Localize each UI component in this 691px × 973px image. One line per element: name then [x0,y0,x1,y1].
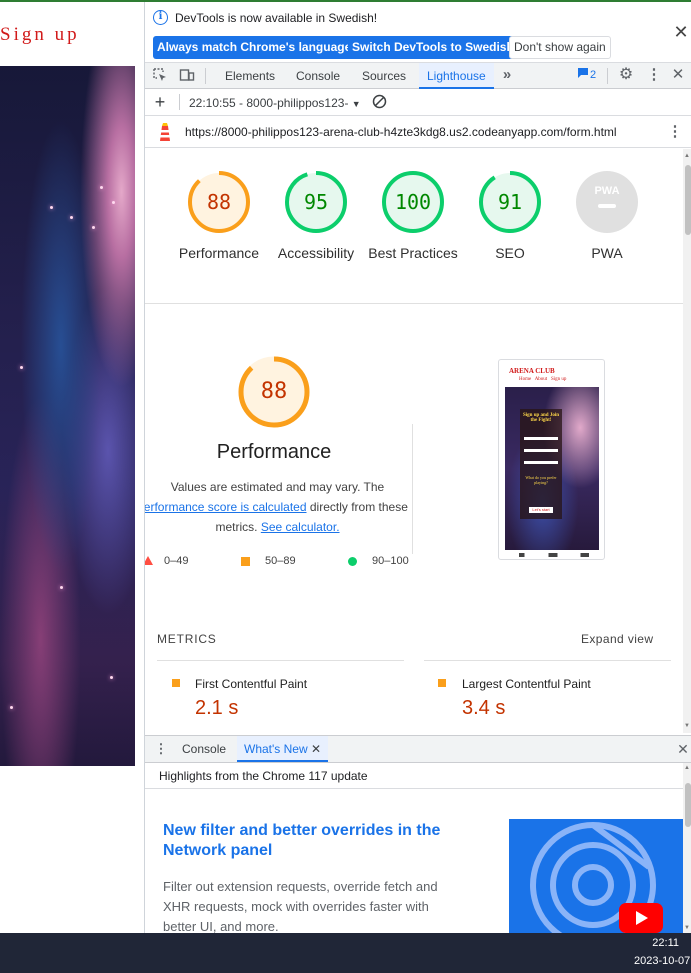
fcp-value: 2.1 s [195,697,239,719]
legend-pass: 90–100 [372,555,409,567]
gauge-label-pwa[interactable]: PWA [557,243,657,263]
lighthouse-logo-icon [157,122,173,145]
pass-circle-icon [348,557,357,566]
switch-language-button[interactable]: Switch DevTools to Swedish [348,36,518,59]
gauge-score-accessibility: 95 [304,190,328,214]
clock-time[interactable]: 22:11 [652,937,679,949]
report-menu-icon[interactable]: ⋮ [667,124,683,140]
dont-show-again-button[interactable]: Don't show again [509,36,611,59]
highlights-heading: Highlights from the Chrome 117 update [159,769,368,783]
tab-sources[interactable]: Sources [362,63,406,89]
desc-line-1: Values are estimated and may vary. The [170,480,385,494]
pwa-dash-icon [598,204,616,208]
lcp-average-icon [438,679,446,687]
thumb-hero-image: Sign up and Join the Fight! What do you … [505,387,599,550]
issues-icon[interactable] [575,67,591,83]
gauge-label-seo[interactable]: SEO [460,243,560,263]
performance-description: Values are estimated and may vary. The p… [145,477,410,537]
infobar-message: DevTools is now available in Swedish! [175,11,378,25]
gauge-label-best-practices[interactable]: Best Practices [363,243,463,263]
report-scrollbar[interactable]: ▲ ▼ [683,149,691,733]
report-select-label: 22:10:55 - 8000-philippos123- [189,96,349,110]
lcp-value: 3.4 s [462,697,506,719]
gauge-label-accessibility[interactable]: Accessibility [266,243,366,263]
expand-view-link[interactable]: Expand view [581,632,653,646]
drawer-menu-icon[interactable]: ⋮ [153,741,169,757]
gauge-label-performance[interactable]: Performance [169,243,269,263]
play-icon[interactable] [619,903,663,933]
hero-background-image [0,66,135,766]
gauge-score-best-practices: 100 [395,190,431,214]
lighthouse-toolbar: + 22:10:55 - 8000-philippos123- ▼ [145,89,691,116]
close-devtools-icon[interactable]: ✕ [670,67,686,83]
close-drawer-icon[interactable]: ✕ [675,741,691,757]
thumb-nav: Home About Sign up [519,377,567,382]
gauge-score-seo: 91 [498,190,522,214]
desc-line-3: metrics. [215,520,258,534]
performance-title: Performance [216,441,332,463]
inspect-element-icon[interactable] [152,67,168,83]
performance-big-gauge: 88 [237,355,311,432]
tab-elements[interactable]: Elements [225,63,275,89]
article-title-link[interactable]: New filter and better overrides in the N… [163,821,463,861]
article-body: Filter out extension requests, override … [163,879,438,934]
nav-signup-link[interactable]: Sign up [0,24,80,46]
fcp-label: First Contentful Paint [195,677,308,691]
clear-report-icon[interactable] [371,94,387,110]
info-icon: i [153,10,168,25]
gauge-score-performance: 88 [207,190,231,214]
page-screenshot-thumbnail[interactable]: ARENA CLUB Home About Sign up Sign up an… [498,359,605,560]
more-options-icon[interactable]: ⋮ [646,67,662,83]
os-taskbar: 22:11 2023-10-07 [0,933,691,973]
tab-lighthouse[interactable]: Lighthouse [419,63,494,89]
close-tab-icon[interactable]: ✕ [311,742,321,756]
pwa-badge-icon: PWA [594,185,619,197]
report-url-bar: https://8000-philippos123-arena-club-h4z… [145,116,691,148]
thumb-question: What do you prefer playing? [525,475,557,485]
gauge-background-4 [576,171,638,233]
website-viewport: Sign up [0,0,144,933]
thumb-form-title: Sign up and Join the Fight! [523,413,559,423]
add-report-icon[interactable]: + [152,93,168,111]
whats-new-scrollbar[interactable]: ▲ ▼ [683,763,691,933]
report-select[interactable]: 22:10:55 - 8000-philippos123- ▼ [189,96,361,110]
performance-score-big: 88 [260,379,288,404]
clock-date[interactable]: 2023-10-07 [634,955,690,967]
device-toolbar-icon[interactable] [179,67,195,83]
issues-count: 2 [590,69,597,81]
whats-new-panel: Highlights from the Chrome 117 update Ne… [145,763,691,934]
more-tabs-icon[interactable]: » [499,67,515,83]
score-legend: 0–49 50–89 90–100 [145,555,410,571]
chevron-down-icon: ▼ [351,99,361,109]
legend-average: 50–89 [265,555,296,567]
tab-console[interactable]: Console [296,63,340,89]
score-calculated-link[interactable]: performance score is calculated [145,500,307,514]
thumb-title: ARENA CLUB [509,367,555,375]
desc-line-2: directly from these [309,500,408,514]
see-calculator-link[interactable]: See calculator. [261,520,340,534]
metrics-heading: METRICS [157,632,217,646]
average-square-icon [241,557,250,566]
match-language-button[interactable]: Always match Chrome's language [153,36,356,59]
whats-new-label: What's New [244,742,308,756]
article-video-thumbnail[interactable] [509,819,683,933]
drawer-tab-whats-new[interactable]: What's New ✕ [237,736,329,762]
lcp-label: Largest Contentful Paint [462,677,591,691]
settings-gear-icon[interactable]: ⚙ [618,67,634,83]
devtools-panel: i DevTools is now available in Swedish! … [144,2,691,934]
close-icon[interactable]: ✕ [673,22,689,43]
drawer-tabbar: ⋮ Console What's New ✕ ✕ [145,735,691,763]
report-url[interactable]: https://8000-philippos123-arena-club-h4z… [185,125,617,139]
fcp-average-icon [172,679,180,687]
devtools-tabbar: Elements Console Sources Lighthouse » 2 … [145,63,691,89]
lighthouse-report: 88 95 100 91 PWA Performance Accessibility Bes… [145,149,683,733]
fail-triangle-icon [145,556,153,565]
drawer-tab-console[interactable]: Console [182,736,226,762]
legend-fail: 0–49 [164,555,189,567]
language-infobar: i DevTools is now available in Swedish! … [145,2,691,63]
thumb-button: Let's start [529,507,553,513]
